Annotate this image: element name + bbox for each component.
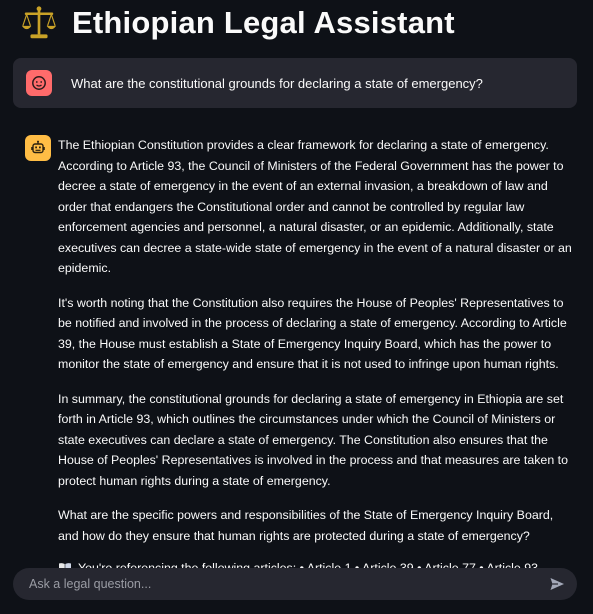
assistant-paragraph: It's worth noting that the Constitution … (58, 295, 567, 372)
assistant-paragraph: What are the specific powers and respons… (58, 508, 554, 543)
assistant-message: The Ethiopian Constitution provides a cl… (25, 135, 575, 579)
app-header: Ethiopian Legal Assistant (20, 4, 455, 42)
app-title: Ethiopian Legal Assistant (72, 5, 455, 40)
assistant-paragraph: In summary, the constitutional grounds f… (58, 391, 568, 488)
app-page: Ethiopian Legal Assistant What are the c… (0, 0, 593, 614)
chat-input-bar (13, 568, 577, 600)
assistant-paragraph: The Ethiopian Constitution provides a cl… (58, 138, 572, 275)
user-message-text: What are the constitutional grounds for … (71, 75, 483, 91)
send-button[interactable] (543, 570, 571, 598)
robot-icon (31, 140, 45, 154)
user-face-icon (32, 76, 46, 90)
user-message: What are the constitutional grounds for … (13, 58, 577, 108)
assistant-message-body: The Ethiopian Constitution provides a cl… (58, 135, 575, 579)
chat-input[interactable] (27, 576, 543, 592)
assistant-avatar (25, 135, 51, 161)
send-icon (550, 578, 564, 590)
user-avatar (26, 70, 52, 96)
balance-scale-icon (21, 6, 57, 39)
